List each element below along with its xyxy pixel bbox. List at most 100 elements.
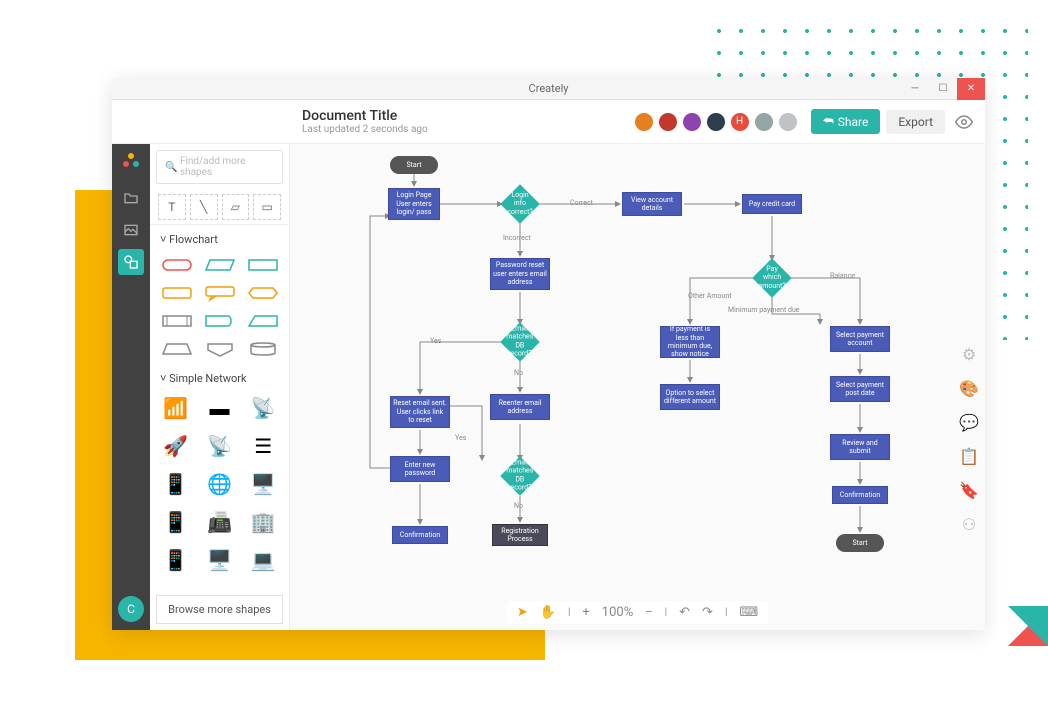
text-tool-icon[interactable]: T xyxy=(158,194,186,220)
share-button[interactable]: ⮪Share xyxy=(811,109,881,134)
rect-tool-icon[interactable]: ▭ xyxy=(253,194,281,220)
net-rocket-icon[interactable]: 🚀 xyxy=(158,431,194,461)
shape-rounded[interactable] xyxy=(158,282,195,304)
node-confirmation-2[interactable]: Confirmation xyxy=(832,486,888,504)
page-tool-icon[interactable]: ▱ xyxy=(222,194,250,220)
net-globe-icon[interactable]: 🌐 xyxy=(202,469,238,499)
avatar[interactable] xyxy=(657,111,679,133)
node-view-account[interactable]: View account details xyxy=(622,192,682,216)
rail-image-icon[interactable] xyxy=(118,217,144,243)
undo-icon[interactable]: ↶ xyxy=(679,605,690,620)
net-building-icon[interactable]: 🏢 xyxy=(245,507,281,537)
redo-icon[interactable]: ↷ xyxy=(702,605,713,620)
shape-terminator[interactable] xyxy=(158,254,195,276)
node-reenter[interactable]: Reenter email address xyxy=(490,394,550,420)
net-rack-icon[interactable]: ☰ xyxy=(245,431,281,461)
document-toolbar: Document Title Last updated 2 seconds ag… xyxy=(112,100,985,144)
label-correct: Correct xyxy=(570,199,593,207)
window-maximize-button[interactable]: ☐ xyxy=(929,78,957,100)
net-fax-icon[interactable]: 📠 xyxy=(202,507,238,537)
browse-more-button[interactable]: Browse more shapes xyxy=(156,595,283,624)
node-registration[interactable]: Registration Process xyxy=(492,524,548,546)
shape-trapezoid[interactable] xyxy=(158,338,195,360)
node-reset-sent[interactable]: Reset email sent. User clicks link to re… xyxy=(390,396,450,428)
notes-icon[interactable]: 📋 xyxy=(959,446,979,466)
net-mobile-icon[interactable]: 📱 xyxy=(158,507,194,537)
net-desktop-icon[interactable]: 🖥️ xyxy=(202,545,238,575)
net-laptop-icon[interactable]: 💻 xyxy=(245,545,281,575)
shape-subroutine[interactable] xyxy=(158,310,195,332)
label-yes: Yes xyxy=(430,337,441,345)
shape-cylinder[interactable] xyxy=(244,338,281,360)
palette-icon[interactable]: 🎨 xyxy=(959,378,979,398)
net-antenna-icon[interactable]: 📡 xyxy=(245,393,281,423)
flowchart-shapes xyxy=(150,250,289,364)
comment-icon[interactable]: 💬 xyxy=(959,412,979,432)
shape-trap-alt[interactable] xyxy=(244,310,281,332)
node-enter-new[interactable]: Enter new password xyxy=(390,456,450,482)
canvas[interactable]: Start Login Page User enters login/ pass… xyxy=(290,144,985,630)
shape-rectangle[interactable] xyxy=(244,254,281,276)
shape-flag[interactable] xyxy=(201,310,238,332)
net-switch-icon[interactable]: ▬ xyxy=(202,393,238,423)
flowchart-section-header[interactable]: ˅ Flowchart xyxy=(150,225,289,250)
node-opt-diff[interactable]: Option to select different amount xyxy=(660,384,720,410)
avatar[interactable] xyxy=(633,111,655,133)
node-review[interactable]: Review and submit xyxy=(830,434,890,460)
node-sel-date[interactable]: Select payment post date xyxy=(830,376,890,402)
net-router-icon[interactable]: 📶 xyxy=(158,393,194,423)
net-tablet-icon[interactable]: 📱 xyxy=(158,545,194,575)
settings-icon[interactable]: ⚙ xyxy=(959,344,979,364)
cursor-tool-icon[interactable]: ➤ xyxy=(517,605,528,620)
app-logo[interactable] xyxy=(119,150,143,174)
network-section-header[interactable]: ˅ Simple Network xyxy=(150,364,289,389)
node-sel-acct[interactable]: Select payment account xyxy=(830,326,890,352)
window-titlebar: Creately ─ ☐ ✕ xyxy=(112,78,985,100)
shape-shield[interactable] xyxy=(201,338,238,360)
node-email-match-2[interactable]: Email matches DB record? xyxy=(500,456,540,496)
presentation-mode-icon[interactable] xyxy=(955,113,973,131)
export-button[interactable]: Export xyxy=(886,110,945,134)
node-start[interactable]: Start xyxy=(390,156,438,174)
node-email-match[interactable]: Email matches DB record? xyxy=(500,322,540,362)
app-title: Creately xyxy=(529,82,569,95)
node-pay-card[interactable]: Pay credit card xyxy=(742,194,802,214)
window-close-button[interactable]: ✕ xyxy=(957,78,985,100)
rail-shapes-icon[interactable] xyxy=(118,249,144,275)
network-shapes: 📶 ▬ 📡 🚀 📡 ☰ 📱 🌐 🖥️ 📱 📠 🏢 📱 🖥️ 💻 xyxy=(150,389,289,579)
avatar[interactable] xyxy=(681,111,703,133)
decorative-triangle-teal xyxy=(1008,606,1048,646)
keyboard-icon[interactable]: ⌨ xyxy=(739,605,758,620)
avatar[interactable]: H xyxy=(729,111,751,133)
node-pay-which[interactable]: Pay which amount? xyxy=(752,258,792,298)
label-incorrect: Incorrect xyxy=(503,234,531,242)
shape-parallelogram[interactable] xyxy=(201,254,238,276)
zoom-out-icon[interactable]: − xyxy=(645,605,652,620)
rail-folder-icon[interactable] xyxy=(118,185,144,211)
zoom-in-icon[interactable]: + xyxy=(582,605,589,620)
search-input[interactable]: 🔍 Find/add more shapes xyxy=(156,150,283,184)
line-tool-icon[interactable]: ╲ xyxy=(190,194,218,220)
net-phone-icon[interactable]: 📱 xyxy=(158,469,194,499)
net-monitor-icon[interactable]: 🖥️ xyxy=(245,469,281,499)
hand-tool-icon[interactable]: ✋ xyxy=(540,605,556,620)
shape-callout[interactable] xyxy=(201,282,238,304)
node-end[interactable]: Start xyxy=(836,534,884,552)
node-if-less[interactable]: If payment is less than minimum due, sho… xyxy=(660,326,720,358)
rail-user-avatar[interactable]: C xyxy=(118,596,144,622)
window-minimize-button[interactable]: ─ xyxy=(901,78,929,100)
document-title[interactable]: Document Title xyxy=(302,108,633,124)
net-satellite-icon[interactable]: 📡 xyxy=(202,431,238,461)
avatar[interactable] xyxy=(705,111,727,133)
hierarchy-icon[interactable]: ⚇ xyxy=(959,514,979,534)
shape-hexagon[interactable] xyxy=(244,282,281,304)
tag-icon[interactable]: 🔖 xyxy=(959,480,979,500)
zoom-level[interactable]: 100% xyxy=(602,605,633,620)
node-confirmation[interactable]: Confirmation xyxy=(392,526,448,544)
node-login[interactable]: Login Page User enters login/ pass xyxy=(388,188,440,220)
right-rail: ⚙ 🎨 💬 📋 🔖 ⚇ xyxy=(959,344,979,534)
node-login-correct[interactable]: Login info correct? xyxy=(500,184,540,224)
avatar[interactable] xyxy=(753,111,775,133)
avatar[interactable] xyxy=(777,111,799,133)
node-pwd-reset[interactable]: Password reset user enters email address xyxy=(490,258,550,290)
